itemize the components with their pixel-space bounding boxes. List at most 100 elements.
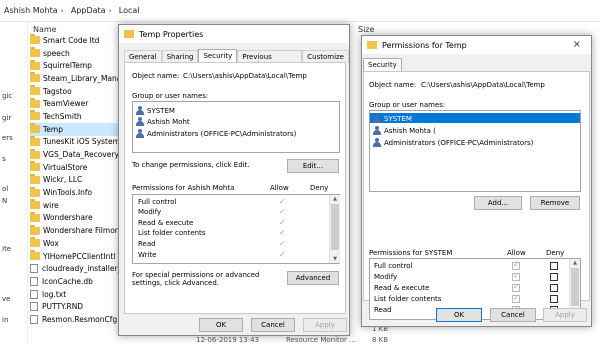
tab-security[interactable]: Security: [363, 58, 402, 72]
dialog-titlebar[interactable]: Temp Properties: [119, 25, 349, 43]
apply-button[interactable]: Apply: [543, 308, 587, 322]
remove-button[interactable]: Remove: [530, 196, 580, 210]
list-item[interactable]: TunesKit iOS System: [30, 135, 126, 149]
group-users-label: Group or user names:: [132, 92, 209, 100]
list-item[interactable]: Wox: [30, 237, 126, 250]
permission-name: List folder contents: [374, 295, 442, 303]
list-item[interactable]: Wondershare: [30, 211, 126, 225]
file-name: IconCache.db: [42, 276, 93, 286]
user-item-ashish[interactable]: Ashish Moht: [136, 117, 190, 126]
permission-name: Read & execute: [374, 284, 430, 292]
deny-checkbox[interactable]: [550, 295, 558, 303]
nav-item[interactable]: ol: [2, 185, 8, 193]
nav-item[interactable]: gic: [2, 92, 12, 100]
nav-item[interactable]: N: [2, 197, 7, 205]
nav-item[interactable]: in: [2, 316, 8, 324]
deny-checkbox[interactable]: [550, 284, 558, 292]
user-item-ashish[interactable]: Ashish Mohta (: [373, 126, 436, 135]
list-item[interactable]: TeamViewer: [30, 97, 126, 110]
user-item-system[interactable]: SYSTEM: [136, 106, 175, 115]
edit-button[interactable]: Edit...: [287, 159, 339, 173]
allow-checkbox[interactable]: [512, 260, 520, 270]
permission-name: Modify: [138, 208, 162, 216]
breadcrumb-item[interactable]: Ashish Mohta: [4, 6, 58, 15]
column-header-size[interactable]: Size: [358, 25, 374, 34]
allow-checkbox[interactable]: [512, 293, 520, 303]
list-item[interactable]: VGS_Data_Recovery: [30, 148, 126, 161]
allow-column-label: Allow: [507, 249, 526, 257]
folder-icon: [30, 148, 40, 159]
scroll-thumb[interactable]: [331, 204, 339, 250]
scroll-down-icon[interactable]: ▼: [330, 256, 340, 262]
scroll-up-icon[interactable]: ▲: [330, 196, 340, 202]
apply-button[interactable]: Apply: [303, 318, 347, 332]
deny-checkbox[interactable]: [550, 262, 558, 270]
allow-checkbox[interactable]: [512, 282, 520, 292]
user-icon: [373, 126, 381, 135]
column-header-name[interactable]: Name: [33, 25, 57, 34]
file-icon: [30, 289, 38, 299]
list-item-selected[interactable]: Temp: [30, 122, 126, 136]
folder-icon: [30, 161, 40, 172]
user-item-administrators[interactable]: Administrators (OFFICE-PC\Administrators…: [373, 138, 533, 147]
nav-item[interactable]: gir: [2, 114, 11, 122]
cancel-button[interactable]: Cancel: [490, 308, 536, 322]
nav-item[interactable]: ve: [2, 295, 10, 303]
group-users-list[interactable]: SYSTEM Ashish Mohta ( Administrators (OF…: [369, 110, 581, 192]
list-item[interactable]: speech: [30, 47, 126, 60]
list-item[interactable]: SquirrelTemp: [30, 59, 126, 72]
scroll-up-icon[interactable]: ▲: [570, 260, 580, 266]
list-item[interactable]: YIHomePCClientIntl: [30, 250, 126, 263]
cancel-button[interactable]: Cancel: [251, 318, 295, 332]
tab-security[interactable]: Security: [198, 49, 238, 63]
list-item[interactable]: Smart Code ltd: [30, 34, 126, 47]
list-item[interactable]: Resmon.ResmonCfg: [30, 313, 126, 326]
address-bar[interactable]: Ashish Mohta › AppData › Local: [0, 0, 600, 22]
object-name-label: Object name:: [369, 81, 417, 89]
deny-column-label: Deny: [310, 184, 329, 192]
list-item[interactable]: log.txt: [30, 288, 126, 301]
file-name: TunesKit iOS System: [43, 137, 120, 147]
user-item-administrators[interactable]: Administrators (OFFICE-PC\Administrators…: [136, 129, 296, 138]
list-item[interactable]: cloudready_installer_: [30, 262, 126, 275]
list-item[interactable]: TechSmith: [30, 110, 126, 123]
ok-button[interactable]: OK: [436, 308, 482, 322]
scroll-thumb[interactable]: [571, 268, 579, 306]
close-icon[interactable]: ×: [573, 39, 581, 50]
file-name: PUTTY.RND: [42, 302, 84, 312]
deny-checkbox[interactable]: [550, 273, 558, 281]
breadcrumb-item[interactable]: AppData: [71, 6, 106, 15]
list-item[interactable]: Tagstoo: [30, 85, 126, 98]
folder-icon: [30, 211, 40, 222]
list-item[interactable]: WinTools.Info: [30, 186, 126, 199]
file-name: SquirrelTemp: [43, 61, 92, 71]
list-item[interactable]: wire: [30, 199, 126, 212]
file-name: TeamViewer: [43, 99, 89, 109]
user-item-system-selected[interactable]: SYSTEM: [373, 114, 412, 123]
list-item[interactable]: VirtualStore: [30, 161, 126, 174]
user-name: SYSTEM: [384, 114, 412, 123]
folder-icon: [30, 72, 40, 83]
change-permissions-text: To change permissions, click Edit.: [132, 161, 250, 169]
nav-item[interactable]: ers: [2, 134, 13, 142]
folder-icon: [30, 135, 40, 146]
group-users-list[interactable]: SYSTEM Ashish Moht Administrators (OFFIC…: [132, 101, 340, 153]
advanced-button[interactable]: Advanced: [287, 271, 339, 285]
list-item[interactable]: PUTTY.RND: [30, 300, 126, 313]
nav-item[interactable]: s: [2, 155, 6, 163]
list-item[interactable]: IconCache.db: [30, 275, 126, 288]
breadcrumb-item[interactable]: Local: [119, 6, 140, 15]
file-name: Steam_Library_Mana: [43, 73, 122, 83]
temp-properties-dialog: Temp Properties General Sharing Security…: [118, 24, 350, 336]
list-item[interactable]: Wickr, LLC: [30, 173, 126, 187]
permissions-scrollbar[interactable]: ▲ ▼: [329, 195, 340, 263]
list-item[interactable]: Steam_Library_Mana: [30, 72, 126, 85]
dialog-titlebar[interactable]: Permissions for Temp: [362, 36, 591, 54]
permission-name: Full control: [138, 198, 177, 206]
user-name: Ashish Moht: [147, 117, 190, 126]
nav-item[interactable]: Ite: [2, 245, 11, 253]
list-item[interactable]: Wondershare Filmora: [30, 224, 126, 237]
add-button[interactable]: Add...: [474, 196, 522, 210]
ok-button[interactable]: OK: [199, 318, 243, 332]
allow-checkbox[interactable]: [512, 271, 520, 281]
